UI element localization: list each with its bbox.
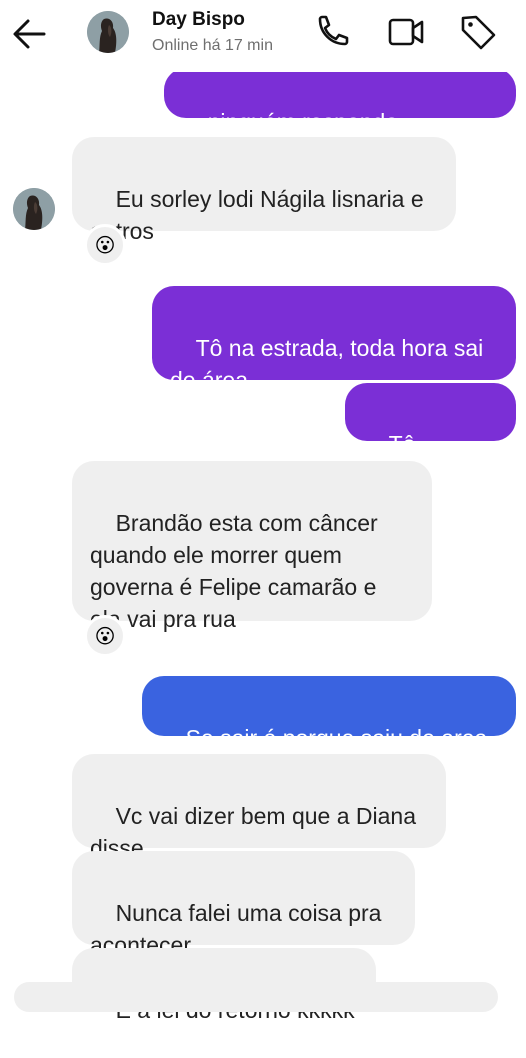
message-text: ninguém responde (207, 109, 399, 135)
message-bubble-incoming[interactable]: Nunca falei uma coisa pra acontecer (72, 851, 415, 958)
avatar-image (13, 188, 55, 230)
message-bubble-incoming[interactable]: Vc vai dizer bem que a Diana disse (72, 754, 446, 861)
call-button[interactable] (312, 12, 352, 52)
message-text: Eu sorley lodi Nágila lisnaria e outros (90, 186, 424, 244)
contact-name[interactable]: Day Bispo (152, 9, 245, 31)
arrow-left-icon (13, 19, 46, 49)
tag-icon (461, 15, 496, 50)
contact-avatar[interactable] (13, 188, 55, 230)
message-composer[interactable] (14, 982, 498, 1012)
message-reaction[interactable]: 😮 (84, 224, 126, 266)
message-reaction[interactable]: 😮 (84, 615, 126, 657)
message-text: Se sair é porque saiu de area (185, 725, 488, 751)
message-text: Brandão esta com câncer quando ele morre… (90, 510, 378, 632)
phone-icon (318, 15, 349, 46)
video-call-button[interactable] (386, 12, 426, 52)
tag-button[interactable] (458, 12, 498, 52)
message-bubble-outgoing[interactable]: Tô viajando (345, 383, 516, 489)
back-button[interactable] (8, 14, 52, 54)
message-bubble-outgoing[interactable]: Tô na estrada, toda hora sai de área (152, 286, 516, 393)
message-bubble-outgoing[interactable]: ninguém responde (164, 68, 516, 135)
avatar-image (87, 11, 129, 53)
message-list: ninguém responde Eu sorley lodi Nágila l… (0, 0, 526, 1023)
online-status: Online há 17 min (152, 37, 273, 54)
message-bubble-incoming[interactable]: Eu sorley lodi Nágila lisnaria e outros (72, 137, 456, 244)
conversation-header: Day Bispo Online há 17 min (0, 0, 526, 72)
reaction-emoji: 😮 (94, 625, 116, 648)
message-bubble-incoming[interactable]: Brandão esta com câncer quando ele morre… (72, 461, 432, 632)
message-bubble-outgoing[interactable]: Se sair é porque saiu de area (142, 676, 516, 751)
reaction-emoji: 😮 (94, 234, 116, 257)
video-camera-icon (388, 18, 424, 46)
header-avatar[interactable] (87, 11, 129, 53)
